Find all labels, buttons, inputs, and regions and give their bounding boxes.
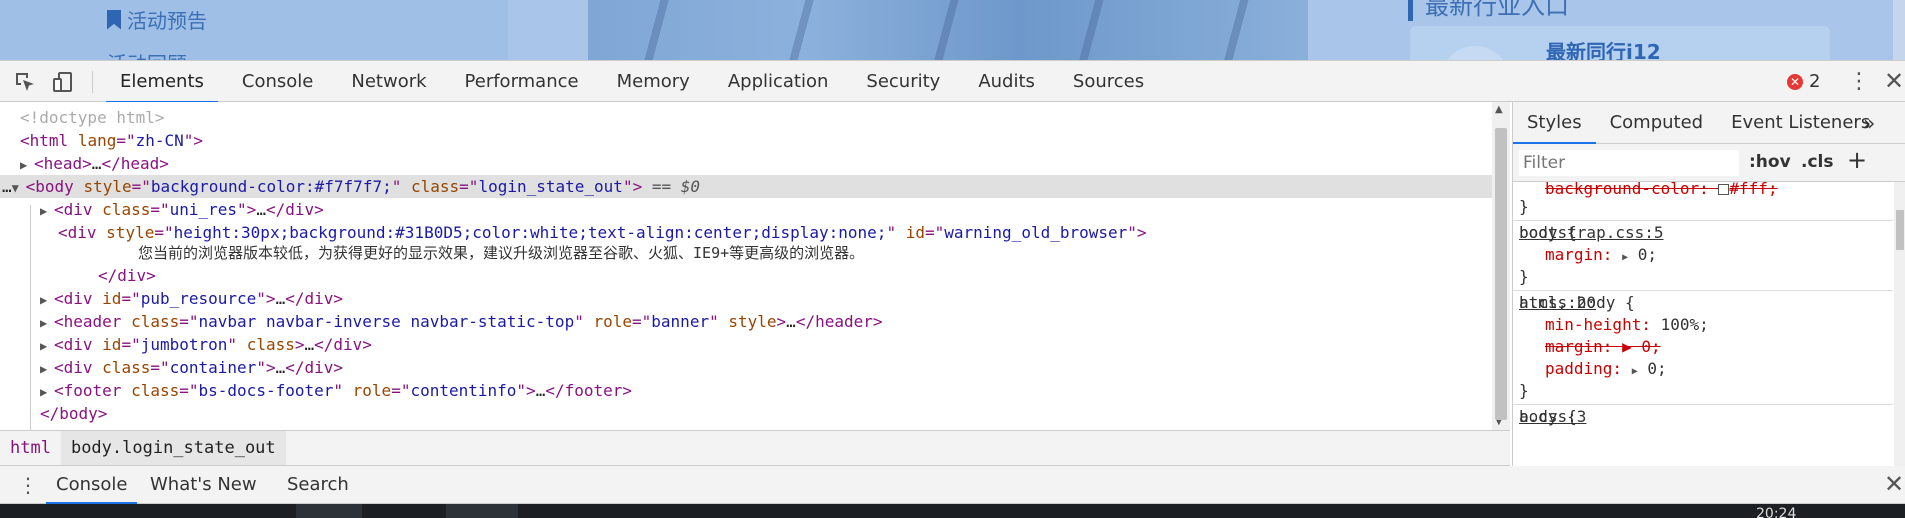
taskbar-clock[interactable]: 20:24: [1756, 507, 1796, 518]
breadcrumb: html body.login_state_out: [0, 430, 1510, 466]
tree-indent-guide: [30, 205, 31, 430]
error-counter[interactable]: ✕ 2: [1787, 71, 1820, 92]
tab-audits[interactable]: Audits: [964, 61, 1049, 103]
style-property[interactable]: min-height: 100%;: [1545, 314, 1709, 336]
webpage-strip: 活动预告 活动回顾 最新行业入口 最新同行i12: [0, 0, 1905, 60]
more-tabs-chevron-icon[interactable]: »: [1863, 111, 1875, 135]
color-swatch[interactable]: [1718, 184, 1730, 195]
error-icon: ✕: [1787, 73, 1803, 90]
rule-close: }: [1519, 267, 1529, 286]
rule-divider: [1513, 290, 1893, 291]
drawer-tab-whats-new[interactable]: What's New: [150, 466, 257, 504]
styles-panel: Styles Computed Event Listeners » :hov .…: [1512, 102, 1905, 466]
styles-scroll-thumb[interactable]: [1896, 210, 1904, 250]
body-node-selected[interactable]: …▼ <body style="background-color:#f7f7f7;…: [0, 175, 1492, 198]
elements-tree: <!doctype html> <html lang="zh-CN"> ▶ <he…: [0, 102, 1492, 430]
breadcrumb-html[interactable]: html: [0, 431, 61, 465]
webpage-banner-image: [588, 0, 1308, 60]
news-card-title[interactable]: 最新同行i12: [1546, 36, 1661, 60]
breadcrumb-body[interactable]: body.login_state_out: [60, 431, 286, 465]
footer-node[interactable]: ▶ <footer class="bs-docs-footer" role="co…: [40, 379, 632, 402]
expand-arrow-icon[interactable]: ▶: [20, 154, 34, 177]
expand-arrow-icon[interactable]: ▶: [40, 381, 54, 404]
more-options-icon[interactable]: ⋮: [1848, 71, 1870, 93]
uni-res-node[interactable]: ▶ <div class="uni_res">…</div>: [40, 198, 324, 221]
sidebar-link-events[interactable]: 活动预告: [107, 5, 207, 34]
jumbotron-node[interactable]: ▶ <div id="jumbotron" class>…</div>: [40, 333, 372, 356]
style-property[interactable]: padding: ▶ 0;: [1545, 358, 1667, 380]
style-property[interactable]: margin: ▶ 0;: [1545, 336, 1661, 358]
warning-text-node[interactable]: 您当前的浏览器版本较低，为获得更好的显示效果，建议升级浏览器至谷歌、火狐、IE9…: [138, 242, 864, 265]
rule-source-link[interactable]: bootstrap.css:5: [1519, 222, 1887, 244]
body-close-node[interactable]: </body>: [40, 402, 107, 425]
drawer-tab-search[interactable]: Search: [287, 466, 349, 504]
rule-close: }: [1519, 197, 1529, 216]
styles-tabs: Styles Computed Event Listeners: [1513, 102, 1905, 144]
webpage-scrollbar[interactable]: [1893, 0, 1905, 60]
expand-arrow-icon[interactable]: ▶: [40, 289, 54, 312]
collapse-arrow-icon[interactable]: ▼: [12, 177, 26, 200]
tab-event-listeners[interactable]: Event Listeners: [1717, 102, 1884, 144]
os-taskbar: [0, 504, 1905, 518]
taskbar-app[interactable]: [296, 504, 362, 518]
close-drawer-icon[interactable]: ✕: [1884, 470, 1904, 498]
expand-arrow-icon[interactable]: ▶: [40, 358, 54, 381]
doctype-node[interactable]: <!doctype html>: [20, 106, 165, 129]
style-property[interactable]: margin: ▶ 0;: [1545, 244, 1657, 266]
header-node[interactable]: ▶ <header class="navbar navbar-inverse na…: [40, 310, 883, 333]
container-node[interactable]: ▶ <div class="container">…</div>: [40, 356, 343, 379]
styles-rules: background-color: #fff; } body { bootstr…: [1513, 179, 1893, 466]
styles-filter-input[interactable]: [1519, 150, 1739, 176]
drawer-tab-console[interactable]: Console: [46, 466, 138, 504]
rule-source-link[interactable]: a.css:3: [1519, 406, 1887, 428]
pub-resource-node[interactable]: ▶ <div id="pub_resource">…</div>: [40, 287, 343, 310]
class-toggle[interactable]: .cls: [1801, 152, 1833, 172]
device-toolbar-icon[interactable]: [52, 71, 74, 93]
tab-elements[interactable]: Elements: [106, 61, 218, 103]
bookmark-icon: [107, 9, 121, 30]
tab-security[interactable]: Security: [852, 61, 954, 103]
expand-arrow-icon[interactable]: ▶: [40, 335, 54, 358]
warning-div-node[interactable]: <div style="height:30px;background:#31B0…: [58, 221, 1147, 244]
tab-styles[interactable]: Styles: [1513, 102, 1596, 144]
sidebar-link-label: 活动预告: [127, 9, 207, 33]
style-property[interactable]: background-color: #fff;: [1545, 178, 1778, 200]
elements-scroll-thumb[interactable]: [1495, 128, 1507, 420]
drawer-menu-icon[interactable]: ⋮: [18, 473, 38, 497]
styles-filter-bar: :hov .cls +: [1513, 144, 1905, 182]
head-node[interactable]: ▶ <head>…</head>: [20, 152, 169, 175]
tab-console[interactable]: Console: [228, 61, 327, 103]
add-rule-icon[interactable]: +: [1847, 146, 1867, 174]
tab-computed[interactable]: Computed: [1596, 102, 1718, 144]
webpage-sidebar: [0, 0, 508, 60]
error-count: 2: [1809, 71, 1821, 92]
devtools-toolbar: Elements Console Network Performance Mem…: [0, 60, 1905, 103]
scroll-up-icon[interactable]: ▲: [1495, 104, 1503, 115]
rule-divider: [1513, 404, 1893, 405]
tab-memory[interactable]: Memory: [603, 61, 704, 103]
tab-application[interactable]: Application: [714, 61, 843, 103]
taskbar-app[interactable]: [446, 504, 518, 518]
screen: 活动预告 活动回顾 最新行业入口 最新同行i12 Elements Consol…: [0, 0, 1905, 518]
rule-divider: [1513, 220, 1893, 221]
right-column-title: 最新行业入口: [1408, 0, 1569, 21]
warning-div-close[interactable]: </div>: [98, 264, 156, 287]
expand-arrow-icon[interactable]: ▶: [40, 200, 54, 223]
close-devtools-icon[interactable]: ✕: [1884, 67, 1904, 95]
expand-arrow-icon[interactable]: ▶: [40, 312, 54, 335]
sidebar-link-review[interactable]: 活动回顾: [107, 48, 187, 60]
tab-sources[interactable]: Sources: [1059, 61, 1158, 103]
tab-performance[interactable]: Performance: [451, 61, 593, 103]
rule-close: }: [1519, 381, 1529, 400]
drawer-toolbar: ⋮ Console What's New Search ✕: [0, 466, 1905, 504]
rule-source-link[interactable]: a.css:20: [1519, 292, 1887, 314]
devtools-tabs: Elements Console Network Performance Mem…: [106, 61, 1168, 103]
hover-state-toggle[interactable]: :hov: [1749, 152, 1791, 172]
toolbar-divider: [92, 71, 93, 93]
inspect-element-icon[interactable]: [14, 71, 36, 93]
html-node[interactable]: <html lang="zh-CN">: [20, 129, 203, 152]
tab-network[interactable]: Network: [337, 61, 440, 103]
